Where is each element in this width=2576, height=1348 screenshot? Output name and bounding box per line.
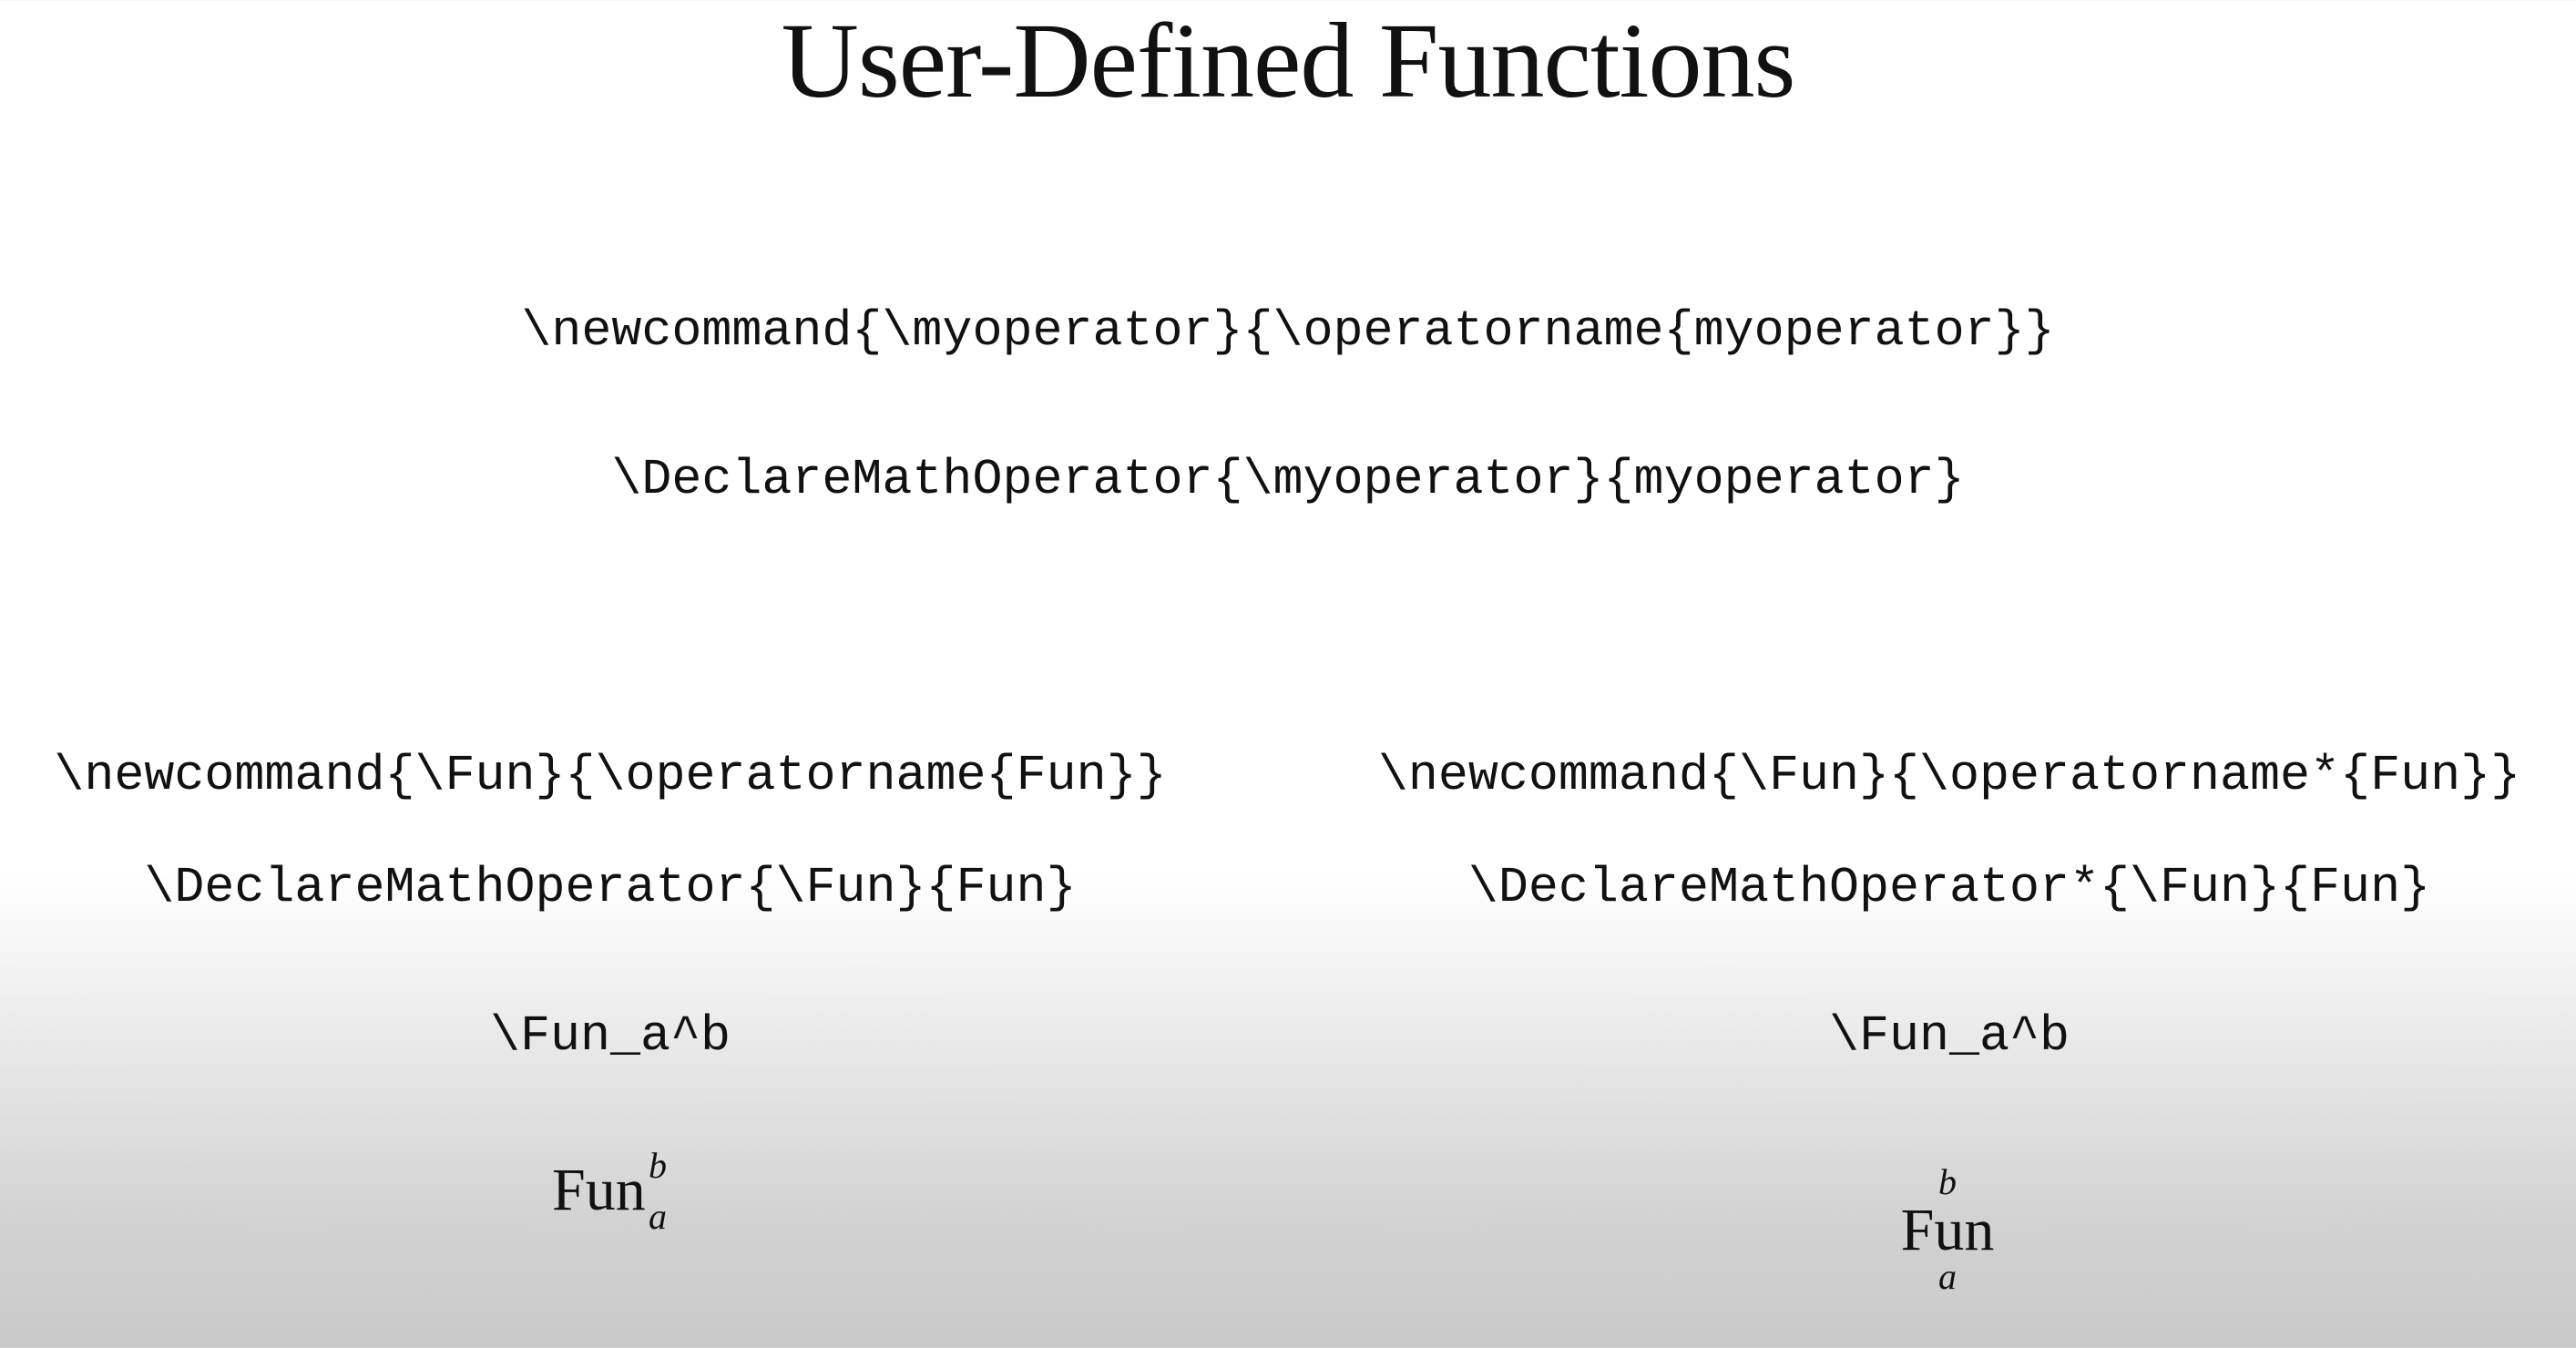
operator-upper-limit: b bbox=[1938, 1161, 1957, 1202]
myoperator-declare-code: \DeclareMathOperator{\myoperator}{myoper… bbox=[611, 451, 1965, 508]
operator-lower-limit: a bbox=[1938, 1256, 1957, 1297]
slide: User-Defined Functions \newcommand{\myop… bbox=[0, 0, 2576, 1348]
left-usage-code: \Fun_a^b bbox=[489, 1007, 731, 1065]
right-declare-code: \DeclareMathOperator*{\Fun}{Fun} bbox=[1467, 859, 2431, 916]
right-rendered-operator: b Fun a bbox=[1893, 1161, 2002, 1297]
right-newcommand-code: \newcommand{\Fun}{\operatorname*{Fun}} bbox=[1377, 747, 2521, 804]
slide-title: User-Defined Functions bbox=[781, 1, 1796, 120]
myoperator-newcommand-code: \newcommand{\myoperator}{\operatorname{m… bbox=[521, 302, 2055, 360]
left-newcommand-code: \newcommand{\Fun}{\operatorname{Fun}} bbox=[54, 747, 1167, 804]
operator-subscript: a bbox=[649, 1196, 667, 1237]
left-declare-code: \DeclareMathOperator{\Fun}{Fun} bbox=[144, 859, 1077, 916]
left-rendered-operator: Fun b a bbox=[552, 1148, 680, 1237]
operator-name: Fun bbox=[552, 1157, 646, 1223]
right-usage-code: \Fun_a^b bbox=[1828, 1007, 2070, 1065]
operator-name: Fun bbox=[1900, 1197, 1995, 1263]
operator-superscript: b bbox=[649, 1145, 667, 1186]
